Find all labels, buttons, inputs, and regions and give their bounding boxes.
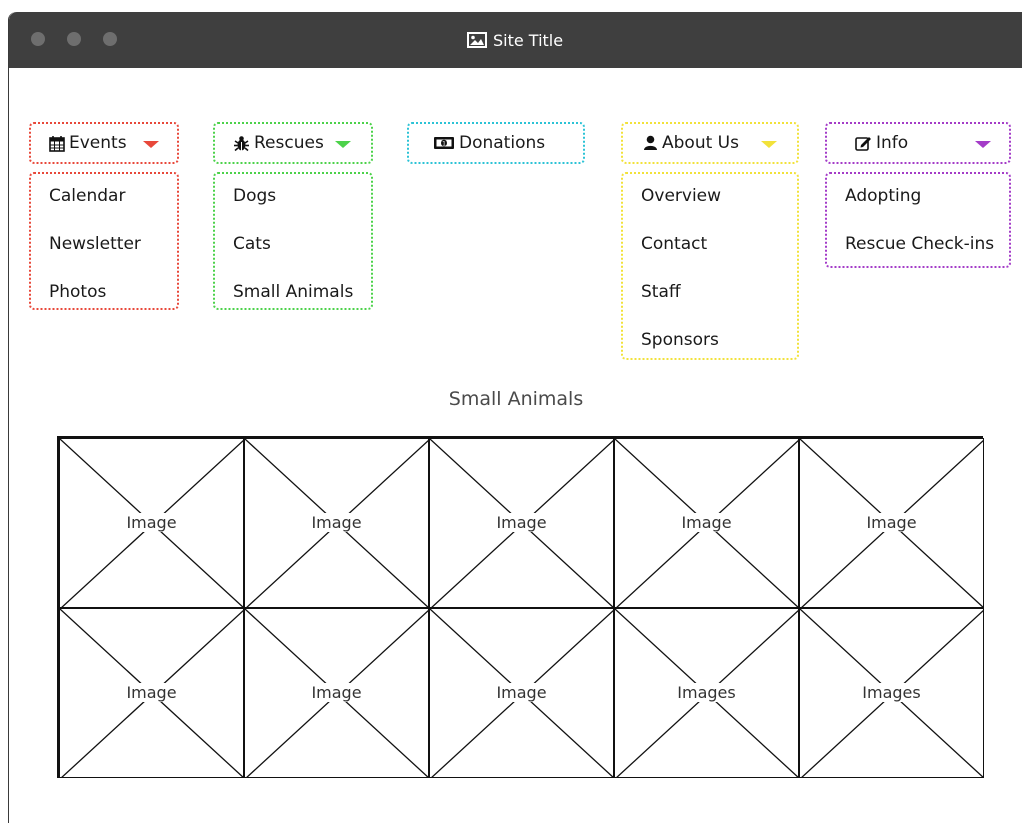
image-placeholder[interactable]: Image — [59, 608, 244, 778]
money-icon: 1 — [433, 136, 455, 150]
chevron-down-icon — [975, 141, 991, 148]
menu-info-label: Info — [876, 133, 909, 153]
image-placeholder[interactable]: Image — [614, 438, 799, 608]
title-bar[interactable]: Site Title — [9, 12, 1022, 68]
menu-item-contact[interactable]: Contact — [641, 234, 707, 254]
bug-icon — [233, 135, 250, 152]
image-placeholder[interactable]: Images — [614, 608, 799, 778]
menu-rescues-label: Rescues — [254, 133, 324, 153]
calendar-icon — [49, 135, 65, 152]
chevron-down-icon — [143, 141, 159, 148]
menu-item-staff[interactable]: Staff — [641, 282, 681, 302]
user-icon — [643, 135, 658, 151]
menu-item-small-animals[interactable]: Small Animals — [233, 282, 353, 302]
image-placeholder-label: Image — [494, 683, 549, 702]
svg-text:1: 1 — [442, 140, 446, 147]
menu-item-newsletter[interactable]: Newsletter — [49, 234, 141, 254]
window-title: Site Title — [467, 28, 563, 52]
menu-info[interactable]: Info — [825, 122, 1011, 164]
image-gallery: Image Image Image Image Image Image Imag… — [57, 436, 984, 778]
menu-item-cats[interactable]: Cats — [233, 234, 271, 254]
image-placeholder[interactable]: Images — [799, 608, 984, 778]
menu-about-us-label: About Us — [662, 133, 739, 153]
image-placeholder-label: Image — [124, 683, 179, 702]
image-placeholder[interactable]: Image — [799, 438, 984, 608]
app-window: Site Title Events Calendar Newsletter Ph… — [8, 12, 1022, 823]
menu-rescues-dropdown: Dogs Cats Small Animals — [213, 172, 373, 310]
image-placeholder-label: Image — [309, 683, 364, 702]
menu-events-dropdown: Calendar Newsletter Photos — [29, 172, 179, 310]
menu-item-adopting[interactable]: Adopting — [845, 186, 921, 206]
menu-info-dropdown: Adopting Rescue Check-ins — [825, 172, 1011, 268]
chevron-down-icon — [761, 141, 777, 148]
menu-donations[interactable]: 1 Donations — [407, 122, 585, 164]
image-placeholder-label: Image — [864, 513, 919, 532]
image-icon — [467, 32, 487, 48]
menu-item-rescue-check-ins[interactable]: Rescue Check-ins — [845, 234, 994, 254]
menu-about-us[interactable]: About Us — [621, 122, 799, 164]
close-window-button[interactable] — [31, 32, 45, 46]
maximize-window-button[interactable] — [103, 32, 117, 46]
menu-item-overview[interactable]: Overview — [641, 186, 721, 206]
chevron-down-icon — [335, 141, 351, 148]
minimize-window-button[interactable] — [67, 32, 81, 46]
menu-item-sponsors[interactable]: Sponsors — [641, 330, 719, 350]
menu-events-label: Events — [69, 133, 127, 153]
menu-item-calendar[interactable]: Calendar — [49, 186, 125, 206]
window-title-text: Site Title — [493, 30, 564, 50]
menu-events[interactable]: Events — [29, 122, 179, 164]
image-placeholder[interactable]: Image — [429, 608, 614, 778]
menu-donations-label: Donations — [459, 133, 546, 153]
edit-icon — [855, 135, 872, 151]
menu-about-us-dropdown: Overview Contact Staff Sponsors — [621, 172, 799, 360]
image-placeholder-label: Image — [494, 513, 549, 532]
menu-rescues[interactable]: Rescues — [213, 122, 373, 164]
image-placeholder[interactable]: Image — [244, 608, 429, 778]
image-placeholder[interactable]: Image — [429, 438, 614, 608]
image-placeholder-label: Images — [675, 683, 738, 702]
gallery-title: Small Animals — [448, 388, 584, 410]
menu-item-dogs[interactable]: Dogs — [233, 186, 276, 206]
image-placeholder-label: Image — [679, 513, 734, 532]
image-placeholder[interactable]: Image — [59, 438, 244, 608]
image-placeholder-label: Image — [124, 513, 179, 532]
image-placeholder[interactable]: Image — [244, 438, 429, 608]
menu-item-photos[interactable]: Photos — [49, 282, 106, 302]
image-placeholder-label: Image — [309, 513, 364, 532]
image-placeholder-label: Images — [860, 683, 923, 702]
